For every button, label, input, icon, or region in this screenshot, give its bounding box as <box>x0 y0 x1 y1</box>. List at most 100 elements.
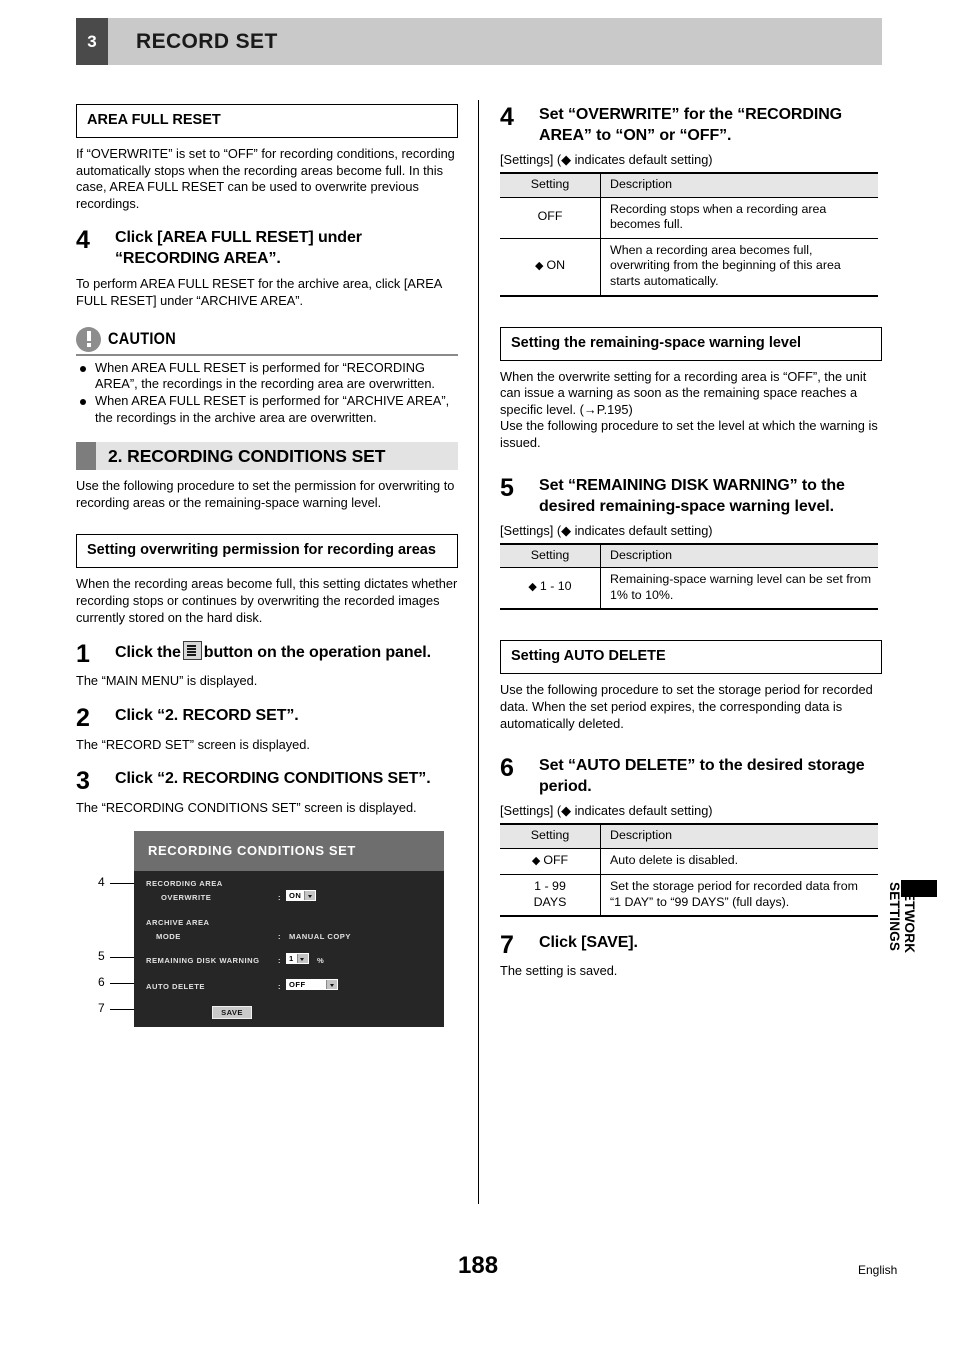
table-row: ◆ 1 - 10 Remaining-space warning level ca… <box>500 567 878 611</box>
step-4-number: 4 <box>76 226 90 255</box>
cell-setting: 1 - 99 DAYS <box>500 874 601 918</box>
right-column: 4 Set “OVERWRITE” for the “RECORDING ARE… <box>500 104 882 980</box>
cell-description: When a recording area becomes full, over… <box>600 237 878 297</box>
step-1-text-after: button on the operation panel. <box>203 644 432 662</box>
screen-body: RECORDING AREA OVERWRITE : ON ARCHIVE AR… <box>134 871 444 1027</box>
callout-7: 7 <box>98 1000 105 1015</box>
cell-setting-text: 1 - 10 <box>539 579 572 594</box>
screen-remaining-dropdown[interactable]: 1 <box>286 952 309 964</box>
box-title-area-full-reset: AREA FULL RESET <box>76 104 458 138</box>
col-header-setting: Setting <box>500 542 601 569</box>
col-header-setting: Setting <box>500 823 601 849</box>
caution-word: CAUTION <box>108 329 176 348</box>
screen-autodelete-colon: : <box>278 981 282 991</box>
table-overwrite-settings: Setting Description OFF Recording stops … <box>500 171 878 297</box>
screen-remaining-value: 1 <box>287 953 297 963</box>
section-intro: Use the following procedure to set the p… <box>76 478 455 510</box>
exclamation-icon <box>76 326 101 352</box>
caution-bullet-list: When AREA FULL RESET is performed for “R… <box>76 360 458 427</box>
side-tab-line-1: NETWORK <box>902 882 917 954</box>
table-row: 1 - 99 DAYS Set the storage period for r… <box>500 874 878 918</box>
settings-note-2: [Settings] (◆ indicates default setting) <box>500 522 713 538</box>
step-1-text-before: Click the <box>115 644 181 662</box>
step-2-number: 2 <box>76 703 90 732</box>
screen-overwrite-value: ON <box>287 890 305 900</box>
list-item: When AREA FULL RESET is performed for “R… <box>76 360 458 393</box>
language-label: English <box>858 1263 898 1277</box>
screen-overwrite-colon: : <box>278 892 282 902</box>
screen-overwrite-label: OVERWRITE <box>161 892 212 902</box>
side-tab-label: NETWORK SETTINGS <box>887 882 917 1002</box>
table-header-row: Setting Description <box>500 171 878 198</box>
col-header-description: Description <box>600 823 878 849</box>
screen-auto-delete-dropdown[interactable]: OFF <box>286 978 338 990</box>
screen-mock-figure: 4 5 6 7 RECORDING CONDITIONS SET RECORDI… <box>76 830 458 1031</box>
step-1: 1 Click the button on the operation panel… <box>76 640 458 669</box>
chevron-down-icon[interactable] <box>296 953 308 963</box>
screen-title: RECORDING CONDITIONS SET <box>134 830 444 871</box>
callout-4: 4 <box>98 874 105 889</box>
table-row: ◆ ON When a recording area becomes full, … <box>500 237 878 297</box>
step-5-text: Set “REMAINING DISK WARNING” to the desi… <box>539 476 845 515</box>
autodelete-intro: Use the following procedure to set the s… <box>500 682 873 731</box>
screen-remaining-colon: : <box>278 955 282 965</box>
step-3-number: 3 <box>76 767 90 796</box>
step-1-text: Click the button on the operation panel. <box>115 641 431 663</box>
step-3-text: Click “2. RECORDING CONDITIONS SET”. <box>115 770 431 788</box>
step-1-note: The “MAIN MENU” is displayed. <box>76 673 258 689</box>
settings-note-3: [Settings] (◆ indicates default setting) <box>500 803 713 819</box>
table-row: OFF Recording stops when a recording are… <box>500 196 878 239</box>
chevron-down-icon[interactable] <box>326 979 337 989</box>
table-header-row: Setting Description <box>500 823 878 849</box>
screen-remaining-disk-warning-label: REMAINING DISK WARNING <box>146 955 260 965</box>
side-tab-line-2: SETTINGS <box>887 882 902 952</box>
step-2: 2 Click “2. RECORD SET”. <box>76 705 458 730</box>
recording-conditions-set-screen: RECORDING CONDITIONS SET RECORDING AREA … <box>134 830 444 1027</box>
page-header: 3 RECORD SET <box>76 18 882 65</box>
step-6-text: Set “AUTO DELETE” to the desired storage… <box>539 757 865 796</box>
step-2-text: Click “2. RECORD SET”. <box>115 706 299 724</box>
screen-save-button-wrap[interactable]: SAVE <box>212 1005 252 1019</box>
cell-description: Recording stops when a recording area be… <box>600 196 878 239</box>
step-4-text: Click [AREA FULL RESET] under “RECORDING… <box>115 229 362 268</box>
caution-header: CAUTION <box>76 326 458 356</box>
area-full-reset-intro: If “OVERWRITE” is set to “OFF” for recor… <box>76 146 455 211</box>
step-6-number: 6 <box>500 754 514 783</box>
table-row: ◆ OFF Auto delete is disabled. <box>500 847 878 876</box>
box-title-auto-delete: Setting AUTO DELETE <box>500 640 882 675</box>
table-header-row: Setting Description <box>500 542 878 569</box>
left-column: AREA FULL RESET If “OVERWRITE” is set to… <box>76 104 458 1031</box>
caution-block: CAUTION When AREA FULL RESET is performe… <box>76 326 458 427</box>
cell-setting-text: ON <box>546 257 566 272</box>
box2-intro: When the recording areas become full, th… <box>76 576 458 625</box>
step-7-note: The setting is saved. <box>500 963 618 979</box>
screen-overwrite-dropdown[interactable]: ON <box>286 889 317 901</box>
cell-description: Set the storage period for recorded data… <box>600 874 878 918</box>
screen-group-archive-area: ARCHIVE AREA <box>146 917 210 927</box>
col-header-description: Description <box>600 171 878 198</box>
screen-remaining-unit: % <box>317 955 325 965</box>
cell-description: Auto delete is disabled. <box>600 847 878 876</box>
cell-setting: ◆ ON <box>500 237 601 297</box>
save-button[interactable]: SAVE <box>212 1005 252 1019</box>
menu-button-icon <box>182 641 202 661</box>
screen-auto-delete-label: AUTO DELETE <box>146 981 205 991</box>
default-marker-icon: ◆ <box>534 259 544 272</box>
screen-mode-value: MANUAL COPY <box>289 931 351 941</box>
step-7: 7 Click [SAVE]. <box>500 932 882 958</box>
chapter-number: 3 <box>76 18 108 65</box>
cell-setting: OFF <box>500 196 601 239</box>
step-2-note: The “RECORD SET” screen is displayed. <box>76 736 310 752</box>
screen-auto-delete-value: OFF <box>287 979 326 989</box>
chevron-down-icon[interactable] <box>304 890 316 900</box>
table-autodelete-settings: Setting Description ◆ OFF Auto delete is … <box>500 823 878 918</box>
cell-setting-text: OFF <box>543 852 569 867</box>
step-1-number: 1 <box>76 640 90 669</box>
step-7-text: Click [SAVE]. <box>539 934 638 952</box>
step-4-right: 4 Set “OVERWRITE” for the “RECORDING ARE… <box>500 104 882 146</box>
step-4r-text: Set “OVERWRITE” for the “RECORDING AREA”… <box>539 106 842 144</box>
list-item: When AREA FULL RESET is performed for “A… <box>76 393 458 426</box>
col-header-description: Description <box>600 542 878 569</box>
cell-description: Remaining-space warning level can be set… <box>600 567 878 611</box>
step-5-number: 5 <box>500 473 514 502</box>
